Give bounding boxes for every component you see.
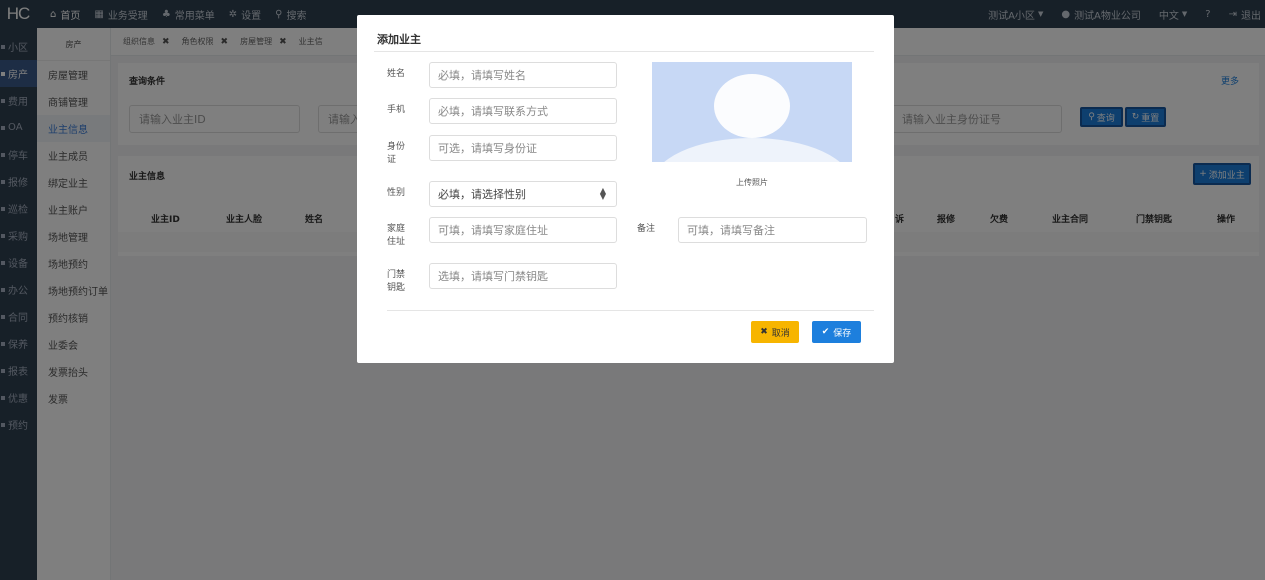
remark-label: 备注	[637, 224, 656, 234]
idcard-input[interactable]: 可选，请填写身份证	[429, 135, 617, 161]
check-icon: ✔	[821, 327, 830, 337]
gender-label: 性别	[387, 188, 406, 198]
divider	[387, 310, 874, 311]
name-label: 姓名	[387, 69, 406, 79]
key-input[interactable]: 选填，请填写门禁钥匙	[429, 263, 617, 289]
close-icon: ✖	[760, 327, 768, 337]
idcard-label: 身份证	[387, 142, 406, 165]
gender-select[interactable]: 必填，请选择性别 ▲ ▼	[429, 181, 617, 207]
photo-upload-area[interactable]	[652, 62, 852, 162]
photo-caption: 上传照片	[736, 178, 768, 187]
avatar-placeholder-icon	[664, 74, 840, 162]
save-button[interactable]: ✔ 保存	[812, 321, 861, 343]
remark-input[interactable]: 可填，请填写备注	[678, 217, 867, 243]
key-label: 门禁钥匙	[387, 270, 406, 293]
divider	[374, 51, 874, 52]
modal-title: 添加业主	[377, 33, 421, 46]
address-label: 家庭住址	[387, 224, 406, 247]
phone-label: 手机	[387, 105, 406, 115]
select-arrows-icon: ▲ ▼	[599, 186, 606, 201]
address-input[interactable]: 可填，请填写家庭住址	[429, 217, 617, 243]
cancel-button[interactable]: ✖ 取消	[751, 321, 799, 343]
phone-input[interactable]: 必填，请填写联系方式	[429, 98, 617, 124]
add-owner-modal: 添加业主 姓名 必填，请填写姓名 手机 必填，请填写联系方式 身份证 可选，请填…	[357, 15, 894, 363]
name-input[interactable]: 必填，请填写姓名	[429, 62, 617, 88]
